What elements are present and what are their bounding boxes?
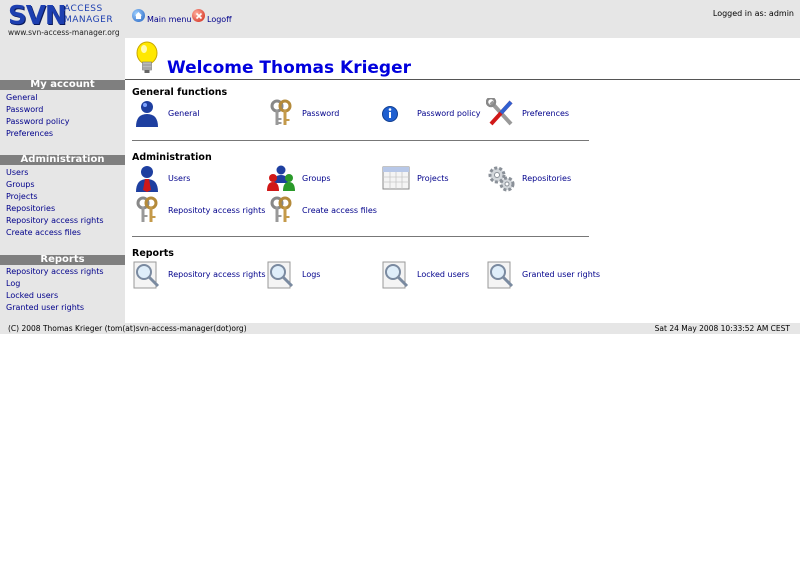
app-logo[interactable]: SVN ACCESS MANAGER www.svn-access-manager… xyxy=(6,1,126,37)
calendar-icon xyxy=(382,166,410,190)
function-password[interactable]: Password xyxy=(266,98,339,128)
function-label[interactable]: Projects xyxy=(417,174,449,183)
section-title-general-functions: General functions xyxy=(132,87,228,98)
sidebar-item-log[interactable]: Log xyxy=(6,279,20,289)
gears-icon xyxy=(488,166,515,192)
footer-copyright: (C) 2008 Thomas Krieger (tom(at)svn-acce… xyxy=(8,324,247,333)
function-logs[interactable]: Logs xyxy=(266,259,320,289)
function-repositoty-access-rights[interactable]: Repositoty access rights xyxy=(132,195,265,225)
function-label[interactable]: Password policy xyxy=(417,109,480,118)
divider xyxy=(132,236,589,237)
function-label[interactable]: Locked users xyxy=(417,270,469,279)
logo-access-manager-text: ACCESS MANAGER xyxy=(64,4,114,25)
sidebar-item-projects[interactable]: Projects xyxy=(6,192,38,202)
sidebar: My account General Password Password pol… xyxy=(0,38,125,323)
function-locked-users[interactable]: Locked users xyxy=(381,259,469,289)
sidebar-item-granted-user-rights[interactable]: Granted user rights xyxy=(6,303,84,313)
sidebar-item-password-policy[interactable]: Password policy xyxy=(6,117,69,127)
magnifier-icon xyxy=(487,261,514,289)
logged-in-user: Logged in as: admin xyxy=(712,9,794,18)
function-users[interactable]: Users xyxy=(132,163,190,193)
function-password-policy[interactable]: Password policy xyxy=(381,98,480,128)
function-label[interactable]: Repositories xyxy=(522,174,571,183)
function-label[interactable]: Granted user rights xyxy=(522,270,600,279)
sidebar-item-repository-access-rights[interactable]: Repository access rights xyxy=(6,216,104,226)
sidebar-item-groups[interactable]: Groups xyxy=(6,180,35,190)
sidebar-item-general[interactable]: General xyxy=(6,93,38,103)
tools-icon xyxy=(486,98,513,126)
function-repositories[interactable]: Repositories xyxy=(486,163,571,193)
group-icon xyxy=(267,165,295,191)
user-icon xyxy=(136,101,158,127)
sidebar-heading-administration: Administration xyxy=(0,155,125,165)
function-create-access-files[interactable]: Create access files xyxy=(266,195,377,225)
sidebar-item-locked-users[interactable]: Locked users xyxy=(6,291,58,301)
main-menu-link[interactable]: Main menu xyxy=(132,7,192,24)
sidebar-item-create-access-files[interactable]: Create access files xyxy=(6,228,81,238)
keys-icon xyxy=(270,196,292,222)
footer: (C) 2008 Thomas Krieger (tom(at)svn-acce… xyxy=(0,323,800,334)
divider xyxy=(132,140,589,141)
divider xyxy=(125,79,800,80)
function-preferences[interactable]: Preferences xyxy=(486,98,569,128)
function-label[interactable]: Create access files xyxy=(302,206,377,215)
magnifier-icon xyxy=(267,261,294,289)
info-icon xyxy=(382,106,398,122)
logoff-link[interactable]: Logoff xyxy=(192,7,232,24)
sidebar-item-preferences[interactable]: Preferences xyxy=(6,129,53,139)
function-label[interactable]: Users xyxy=(168,174,190,183)
function-general[interactable]: General xyxy=(132,98,200,128)
function-groups[interactable]: Groups xyxy=(266,163,331,193)
magnifier-icon xyxy=(382,261,409,289)
main-menu-label[interactable]: Main menu xyxy=(147,15,192,24)
function-label[interactable]: Repository access rights xyxy=(168,270,266,279)
sidebar-heading-my-account: My account xyxy=(0,80,125,90)
function-report-repository-access-rights[interactable]: Repository access rights xyxy=(132,259,266,289)
function-label[interactable]: Groups xyxy=(302,174,331,183)
user-icon xyxy=(136,166,158,192)
logo-svn-text: SVN xyxy=(8,1,67,31)
sidebar-item-report-repository-access-rights[interactable]: Repository access rights xyxy=(6,267,104,277)
sidebar-item-repositories[interactable]: Repositories xyxy=(6,204,55,214)
function-label[interactable]: Repositoty access rights xyxy=(168,206,265,215)
magnifier-icon xyxy=(133,261,160,289)
keys-icon xyxy=(136,196,158,222)
function-label[interactable]: Password xyxy=(302,109,339,118)
logo-url: www.svn-access-manager.org xyxy=(8,28,120,37)
function-label[interactable]: Logs xyxy=(302,270,320,279)
home-icon xyxy=(132,9,145,22)
sidebar-item-users[interactable]: Users xyxy=(6,168,28,178)
sidebar-heading-reports: Reports xyxy=(0,255,125,265)
logoff-label[interactable]: Logoff xyxy=(207,15,232,24)
footer-datetime: Sat 24 May 2008 10:33:52 AM CEST xyxy=(654,324,790,333)
function-label[interactable]: General xyxy=(168,109,200,118)
function-granted-user-rights[interactable]: Granted user rights xyxy=(486,259,600,289)
section-title-reports: Reports xyxy=(132,248,174,259)
logoff-icon xyxy=(192,9,205,22)
function-label[interactable]: Preferences xyxy=(522,109,569,118)
lightbulb-icon xyxy=(134,41,160,75)
sidebar-item-password[interactable]: Password xyxy=(6,105,43,115)
section-title-administration: Administration xyxy=(132,152,212,163)
page-title: Welcome Thomas Krieger xyxy=(167,58,412,78)
header: SVN ACCESS MANAGER www.svn-access-manager… xyxy=(0,0,800,38)
function-projects[interactable]: Projects xyxy=(381,163,449,193)
keys-icon xyxy=(270,99,292,125)
